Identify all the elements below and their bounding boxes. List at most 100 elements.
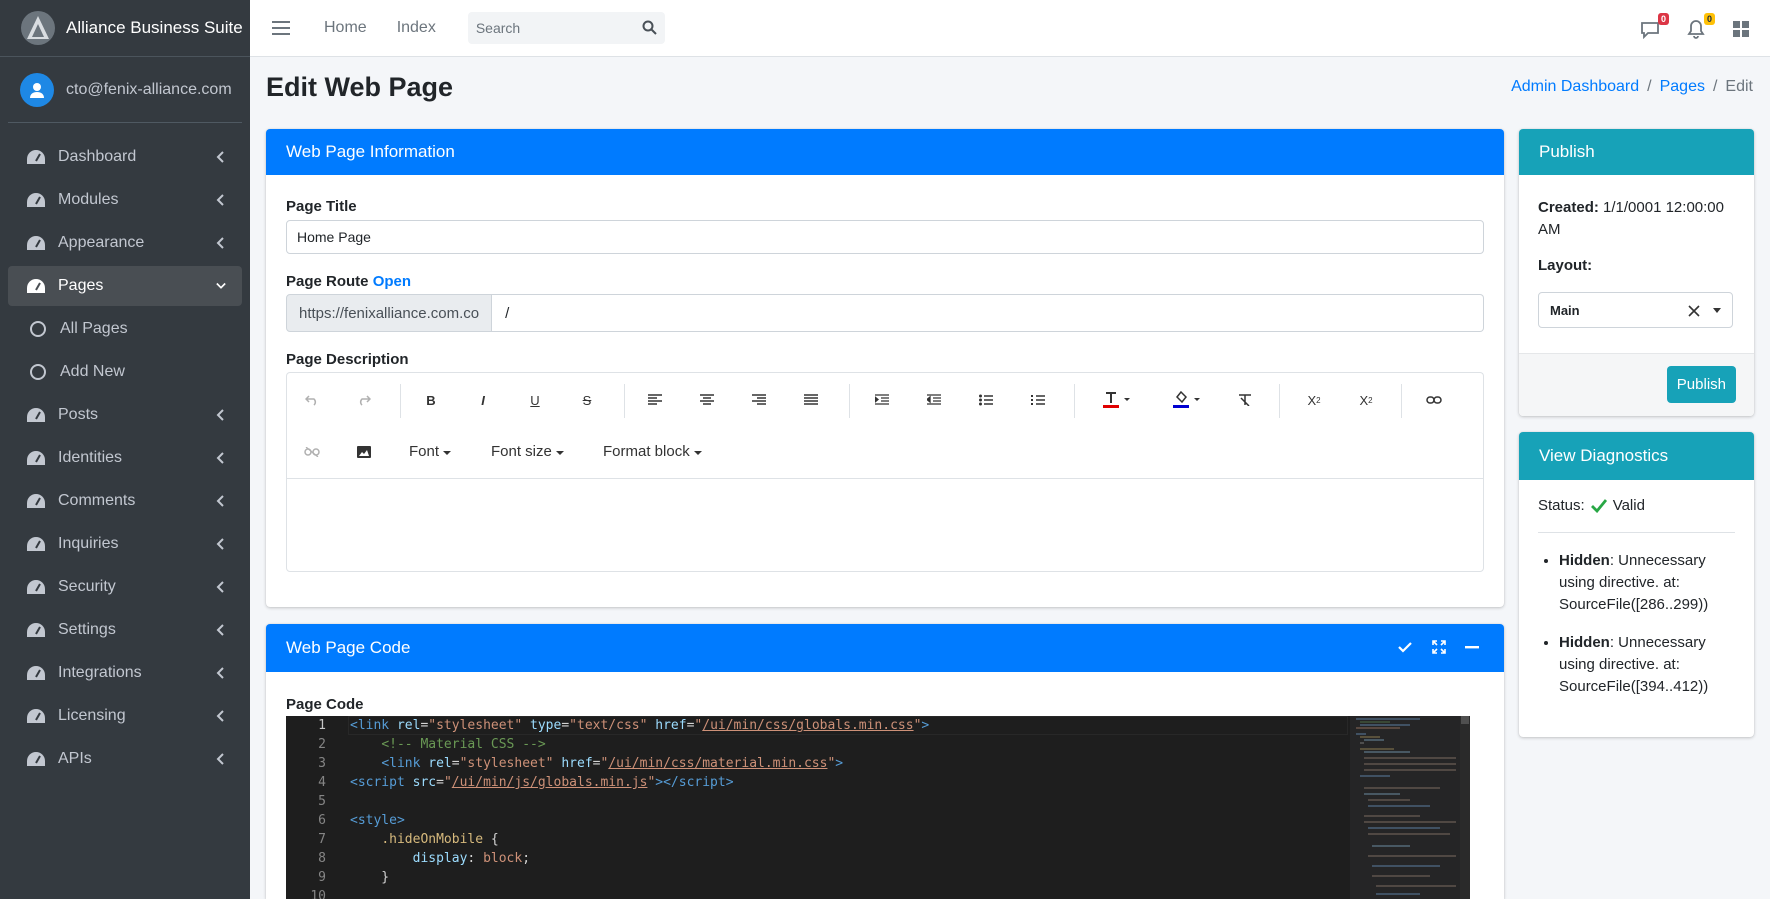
sidebar-item-inquiries[interactable]: Inquiries <box>8 524 242 564</box>
apps-grid-icon[interactable] <box>1732 19 1752 39</box>
sidebar-item-licensing[interactable]: Licensing <box>8 696 242 736</box>
image-icon[interactable] <box>351 439 377 465</box>
unlink-icon[interactable] <box>299 439 325 465</box>
page-route-group: https://fenixalliance.com.co / <box>286 294 1484 332</box>
sidebar-item-apis[interactable]: APIs <box>8 739 242 779</box>
bold-icon[interactable]: B <box>418 387 444 413</box>
page-route-label-text: Page Route <box>286 273 369 290</box>
sidebar-item-security[interactable]: Security <box>8 567 242 607</box>
italic-icon[interactable]: I <box>470 387 496 413</box>
undo-icon[interactable] <box>299 387 325 413</box>
gauge-icon <box>26 663 46 683</box>
breadcrumb-admin-dashboard[interactable]: Admin Dashboard <box>1511 78 1639 95</box>
sidebar-item-posts[interactable]: Posts <box>8 395 242 435</box>
chevron-left-icon <box>216 538 224 550</box>
highlight-color-icon[interactable] <box>1171 387 1205 413</box>
align-left-icon[interactable] <box>642 387 668 413</box>
editor-content-area[interactable] <box>286 478 1484 572</box>
clear-format-icon[interactable] <box>1232 387 1258 413</box>
minimize-icon[interactable] <box>1465 646 1479 649</box>
redo-icon[interactable] <box>351 387 377 413</box>
brand-link[interactable]: Alliance Business Suite <box>0 0 250 57</box>
font-size-dropdown[interactable]: Font size <box>491 443 565 460</box>
notifications-icon[interactable]: 0 <box>1686 12 1715 39</box>
route-open-link[interactable]: Open <box>373 273 411 290</box>
page-title-input[interactable]: Home Page <box>286 220 1484 254</box>
code-line: <link rel="stylesheet" type="text/css" h… <box>350 718 930 733</box>
text-color-icon[interactable] <box>1101 387 1135 413</box>
superscript-icon[interactable]: X2 <box>1353 387 1379 413</box>
page-route-input[interactable]: / <box>492 294 1484 332</box>
line-number: 1 <box>318 718 326 733</box>
code-minimap[interactable] <box>1350 716 1460 899</box>
user-name: cto@fenix-alliance.com <box>66 80 232 98</box>
chevron-left-icon <box>216 581 224 593</box>
code-scrollbar[interactable] <box>1460 716 1470 899</box>
sidebar-item-label: Posts <box>58 406 99 423</box>
sidebar-item-modules[interactable]: Modules <box>8 180 242 220</box>
view-diagnostics-card: View Diagnostics Status: Valid Hidden: U… <box>1519 432 1754 737</box>
created-info: Created: 1/1/0001 12:00:00 AM <box>1538 197 1743 241</box>
search-icon[interactable] <box>642 20 657 35</box>
sidebar-item-identities[interactable]: Identities <box>8 438 242 478</box>
sidebar-item-comments[interactable]: Comments <box>8 481 242 521</box>
code-editor[interactable]: 1 2 3 4 5 6 7 8 9 10 <link rel="styleshe… <box>286 716 1470 899</box>
page-route-label: Page Route Open <box>286 273 411 290</box>
sidebar-item-label: Comments <box>58 492 136 509</box>
bullet-list-icon[interactable] <box>973 387 999 413</box>
sidebar-item-add-new[interactable]: Add New <box>8 352 242 392</box>
layout-select[interactable]: Main <box>1538 292 1733 328</box>
toolbar-divider <box>400 384 401 418</box>
line-number: 4 <box>318 775 326 790</box>
created-label: Created: <box>1538 199 1599 216</box>
toolbar-divider <box>624 384 625 418</box>
card-header: Publish <box>1519 129 1754 175</box>
sidebar-item-dashboard[interactable]: Dashboard <box>8 137 242 177</box>
align-center-icon[interactable] <box>694 387 720 413</box>
route-prefix: https://fenixalliance.com.co <box>286 294 493 332</box>
format-block-dropdown[interactable]: Format block <box>603 443 702 460</box>
sidebar-item-pages[interactable]: Pages <box>8 266 242 306</box>
font-dropdown[interactable]: Font <box>409 443 452 460</box>
line-number: 6 <box>318 813 326 828</box>
search-placeholder: Search <box>475 20 521 36</box>
link-icon[interactable] <box>1421 387 1447 413</box>
sidebar-item-settings[interactable]: Settings <box>8 610 242 650</box>
clear-icon[interactable] <box>1688 305 1700 317</box>
indent-icon[interactable] <box>869 387 895 413</box>
publish-button[interactable]: Publish <box>1666 366 1736 403</box>
nav-index-link[interactable]: Index <box>397 19 436 37</box>
gauge-icon <box>26 448 46 468</box>
chevron-left-icon <box>216 753 224 765</box>
chevron-left-icon <box>216 237 224 249</box>
breadcrumb-pages[interactable]: Pages <box>1660 78 1705 95</box>
code-line: <style> <box>350 813 405 828</box>
menu-toggle-icon[interactable] <box>272 21 290 35</box>
messages-icon[interactable]: 0 <box>1640 12 1669 39</box>
expand-icon[interactable] <box>1432 640 1446 654</box>
align-right-icon[interactable] <box>746 387 772 413</box>
align-justify-icon[interactable] <box>798 387 824 413</box>
circle-icon <box>28 319 48 339</box>
user-panel[interactable]: cto@fenix-alliance.com <box>8 57 242 123</box>
breadcrumb-current: Edit <box>1725 78 1753 95</box>
search-input[interactable]: Search <box>467 12 665 44</box>
sidebar-item-all-pages[interactable]: All Pages <box>8 309 242 349</box>
gauge-icon <box>26 276 46 296</box>
diagnostic-kind: Hidden <box>1559 634 1610 651</box>
sidebar-item-label: Security <box>58 578 116 595</box>
sidebar-item-appearance[interactable]: Appearance <box>8 223 242 263</box>
underline-icon[interactable]: U <box>522 387 548 413</box>
sidebar-item-label: Licensing <box>58 707 126 724</box>
strikethrough-icon[interactable]: S <box>574 387 600 413</box>
top-navbar: Home Index Search 0 0 <box>250 0 1770 57</box>
numbered-list-icon[interactable] <box>1025 387 1051 413</box>
sidebar-item-integrations[interactable]: Integrations <box>8 653 242 693</box>
check-icon[interactable] <box>1398 641 1412 653</box>
outdent-icon[interactable] <box>921 387 947 413</box>
toolbar-divider <box>1279 384 1280 418</box>
nav-home-link[interactable]: Home <box>324 19 367 37</box>
code-line: <!-- Material CSS --> <box>381 737 546 752</box>
subscript-icon[interactable]: X2 <box>1301 387 1327 413</box>
sidebar-item-label: Integrations <box>58 664 142 681</box>
